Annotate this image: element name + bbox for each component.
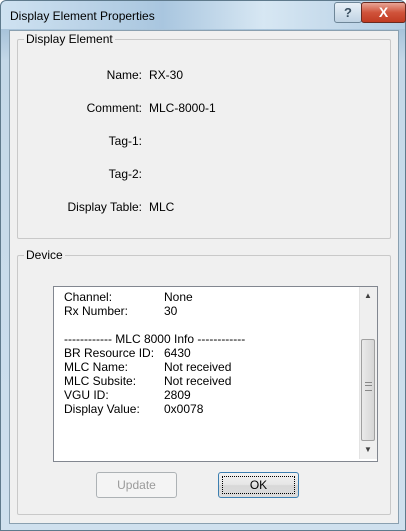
vertical-scrollbar[interactable]: ▲ ▼ — [359, 287, 377, 459]
scroll-down-icon[interactable]: ▼ — [364, 445, 372, 454]
row-value: 6430 — [164, 346, 191, 360]
display-element-legend: Display Element — [24, 32, 115, 46]
row-value: 0x0078 — [164, 402, 204, 416]
tag2-label: Tag-2: — [108, 167, 142, 181]
window-title: Display Element Properties — [10, 9, 155, 23]
display-table-label: Display Table: — [67, 200, 142, 214]
comment-value: MLC-8000-1 — [149, 101, 216, 115]
tag1-label: Tag-1: — [108, 134, 142, 148]
dialog-client-area: Display Element Name: RX-30 Comment: MLC… — [9, 30, 399, 524]
row-key: Channel: — [64, 290, 113, 304]
device-legend: Device — [24, 248, 65, 262]
help-button[interactable]: ? — [334, 2, 362, 23]
row-value: Not received — [164, 374, 232, 388]
row-key: Rx Number: — [64, 304, 129, 318]
row-value: Not received — [164, 360, 232, 374]
dialog-window: Display Element Properties ? X Display E… — [0, 0, 406, 531]
focus-ring — [222, 476, 295, 494]
row-key: BR Resource ID: — [64, 346, 155, 360]
row-value: 30 — [164, 304, 178, 318]
row-value: None — [164, 290, 193, 304]
title-bar[interactable]: Display Element Properties ? X — [1, 1, 406, 29]
device-info-listbox[interactable]: Channel: None Rx Number: 30 ------------… — [53, 286, 378, 462]
update-button-label: Update — [117, 478, 156, 492]
grip-icon — [365, 382, 372, 391]
row-value: 2809 — [164, 388, 191, 402]
comment-label: Comment: — [86, 101, 142, 115]
name-label: Name: — [106, 68, 142, 82]
close-button[interactable]: X — [361, 2, 406, 23]
row-key: MLC Subsite: — [64, 374, 137, 388]
row-key: MLC Name: — [64, 360, 129, 374]
scroll-thumb[interactable] — [361, 339, 375, 441]
display-table-value: MLC — [149, 200, 175, 214]
name-value: RX-30 — [149, 68, 184, 82]
display-element-group: Display Element Name: RX-30 Comment: MLC… — [17, 32, 391, 239]
row-key: VGU ID: — [64, 388, 109, 402]
section-caption: ------------ MLC 8000 Info ------------ — [64, 332, 246, 346]
ok-button[interactable]: OK — [218, 472, 299, 498]
row-key: Display Value: — [64, 402, 140, 416]
scroll-up-icon[interactable]: ▲ — [364, 291, 372, 300]
update-button[interactable]: Update — [96, 472, 177, 498]
